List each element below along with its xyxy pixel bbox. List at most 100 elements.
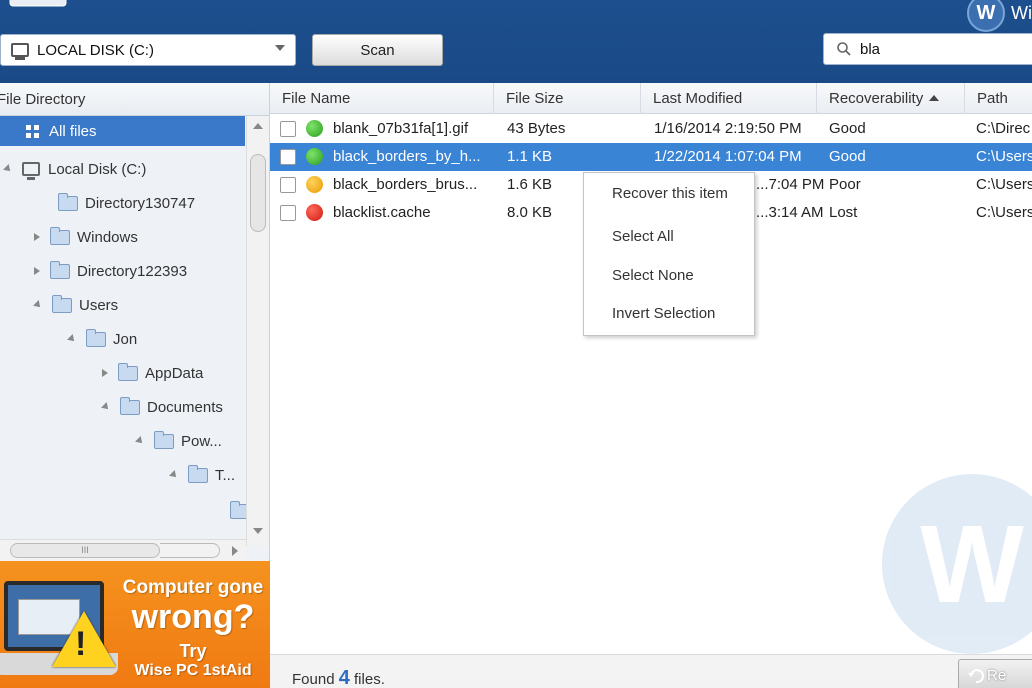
- cell-last-modified: 1/16/2014 2:19:50 PM: [654, 120, 802, 137]
- tree-item-label: Documents: [147, 398, 223, 416]
- table-row[interactable]: blank_07b31fa[1].gif 43 Bytes 1/16/2014 …: [270, 115, 1032, 143]
- status-lost-icon: [306, 204, 323, 221]
- found-files-status: Found 4 files.: [292, 667, 385, 688]
- menu-item-select-none[interactable]: Select None: [612, 267, 694, 284]
- app-header: W Wi LOCAL DISK (C:) Scan bla: [0, 0, 1032, 83]
- folder-icon: [52, 294, 72, 313]
- tree-item-directory130747[interactable]: Directory130747: [58, 189, 195, 217]
- cell-recoverability: Poor: [829, 176, 861, 193]
- scrollbar-thumb[interactable]: III: [10, 543, 160, 558]
- tree-item-label: T...: [215, 466, 236, 484]
- tree-item-documents[interactable]: Documents: [101, 393, 223, 421]
- recover-button-label: Re: [987, 666, 1007, 684]
- brand: W Wi: [967, 0, 1032, 32]
- expand-arrow-icon[interactable]: [169, 470, 179, 480]
- warning-exclamation: !: [75, 625, 87, 663]
- column-header-file-name[interactable]: File Name: [270, 83, 494, 114]
- row-checkbox[interactable]: [280, 205, 296, 221]
- tree-item-appdata[interactable]: AppData: [102, 359, 203, 387]
- row-checkbox[interactable]: [280, 149, 296, 165]
- tree-item-directory122393[interactable]: Directory122393: [34, 257, 187, 285]
- file-list: File Name File Size Last Modified Recove…: [270, 83, 1032, 654]
- table-row-selected[interactable]: black_borders_by_h... 1.1 KB 1/22/2014 1…: [270, 143, 1032, 171]
- ad-text: Computer gone wrong? Try Wise PC 1stAid: [118, 577, 268, 680]
- scan-button[interactable]: Scan: [312, 34, 443, 66]
- search-icon: [837, 42, 851, 56]
- cell-file-name: blank_07b31fa[1].gif: [333, 120, 469, 137]
- expand-arrow-icon[interactable]: [34, 267, 40, 275]
- expand-arrow-icon[interactable]: [3, 164, 13, 174]
- tree-item-windows[interactable]: Windows: [34, 223, 138, 251]
- chevron-down-icon[interactable]: [275, 45, 285, 51]
- brand-badge: W: [967, 0, 1005, 32]
- cell-file-size: 43 Bytes: [507, 120, 566, 137]
- scrollbar-track[interactable]: [160, 543, 220, 558]
- scroll-right-icon[interactable]: [232, 546, 238, 556]
- tree-item-label: Directory122393: [77, 262, 188, 280]
- file-directory-panel: File Directory All files Local Disk (C:)…: [0, 83, 270, 561]
- row-checkbox[interactable]: [280, 121, 296, 137]
- cell-path: C:\Users: [976, 176, 1032, 193]
- recover-icon: [968, 669, 984, 684]
- row-checkbox[interactable]: [280, 177, 296, 193]
- app-logo-icon: [9, 0, 67, 7]
- expand-arrow-icon[interactable]: [102, 369, 108, 377]
- column-header-file-size[interactable]: File Size: [494, 83, 641, 114]
- folder-icon: [118, 362, 138, 381]
- cell-file-name: black_borders_brus...: [333, 176, 478, 193]
- ad-line-2: wrong?: [131, 598, 255, 636]
- expand-arrow-icon[interactable]: [101, 402, 111, 412]
- tree-item-t[interactable]: T...: [169, 461, 236, 489]
- context-menu: Recover this item Select All Select None…: [583, 172, 755, 336]
- scrollbar-thumb[interactable]: [250, 154, 266, 232]
- tree-item-label: Windows: [77, 228, 138, 246]
- tree-item-label: AppData: [145, 364, 204, 382]
- folder-icon: [86, 328, 106, 347]
- expand-arrow-icon[interactable]: [67, 334, 77, 344]
- folder-icon: [120, 396, 140, 415]
- found-suffix: files.: [354, 671, 385, 688]
- scroll-up-icon[interactable]: [253, 123, 263, 129]
- tree-item-label: Jon: [113, 330, 138, 348]
- column-header-last-modified[interactable]: Last Modified: [641, 83, 817, 114]
- search-input-value[interactable]: bla: [860, 41, 880, 58]
- tree-item-label: Directory130747: [85, 194, 196, 212]
- search-input[interactable]: bla: [823, 33, 1032, 65]
- cell-file-name: black_borders_by_h...: [333, 148, 481, 165]
- grid-icon: [26, 124, 39, 138]
- column-header-recoverability[interactable]: Recoverability: [817, 83, 965, 114]
- tree-item-local-disk[interactable]: Local Disk (C:): [3, 155, 147, 183]
- scroll-down-icon[interactable]: [253, 528, 263, 534]
- tree-item-all-files[interactable]: All files: [0, 116, 245, 146]
- brand-name: Wi: [1011, 2, 1032, 23]
- menu-item-invert-selection[interactable]: Invert Selection: [612, 305, 715, 322]
- menu-item-select-all[interactable]: Select All: [612, 228, 674, 245]
- expand-arrow-icon[interactable]: [33, 300, 43, 310]
- cell-last-modified: ...7:04 PM: [756, 176, 825, 193]
- tree-item-label: Local Disk (C:): [48, 160, 147, 178]
- column-header-path[interactable]: Path: [965, 83, 1032, 114]
- tree-item-jon[interactable]: Jon: [67, 325, 138, 353]
- tree-horizontal-scrollbar[interactable]: III: [0, 539, 246, 561]
- cell-last-modified: 1/22/2014 1:07:04 PM: [654, 148, 802, 165]
- ad-line-1: Computer gone: [122, 577, 264, 598]
- tree-vertical-scrollbar[interactable]: [246, 116, 268, 546]
- file-directory-heading: File Directory: [0, 83, 269, 116]
- pc-1staid-ad-banner[interactable]: ! Computer gone wrong? Try Wise PC 1stAi…: [0, 561, 270, 688]
- folder-icon: [50, 226, 70, 245]
- menu-item-recover-this-item[interactable]: Recover this item: [612, 185, 728, 202]
- drive-select-value: LOCAL DISK (C:): [37, 41, 154, 59]
- cell-recoverability: Lost: [829, 204, 858, 221]
- cell-file-name: blacklist.cache: [333, 204, 431, 221]
- expand-arrow-icon[interactable]: [34, 233, 40, 241]
- tree-item-users[interactable]: Users: [33, 291, 118, 319]
- recover-button[interactable]: Re: [958, 659, 1032, 688]
- tree-item-label: All files: [49, 122, 97, 140]
- drive-select[interactable]: LOCAL DISK (C:): [0, 34, 296, 66]
- expand-arrow-icon[interactable]: [135, 436, 145, 446]
- file-list-header: File Name File Size Last Modified Recove…: [270, 83, 1032, 114]
- watermark-logo: W: [882, 474, 1032, 654]
- disk-icon: [11, 43, 29, 60]
- status-bar: Found 4 files. Re: [270, 654, 1032, 688]
- tree-item-pow[interactable]: Pow...: [135, 427, 222, 455]
